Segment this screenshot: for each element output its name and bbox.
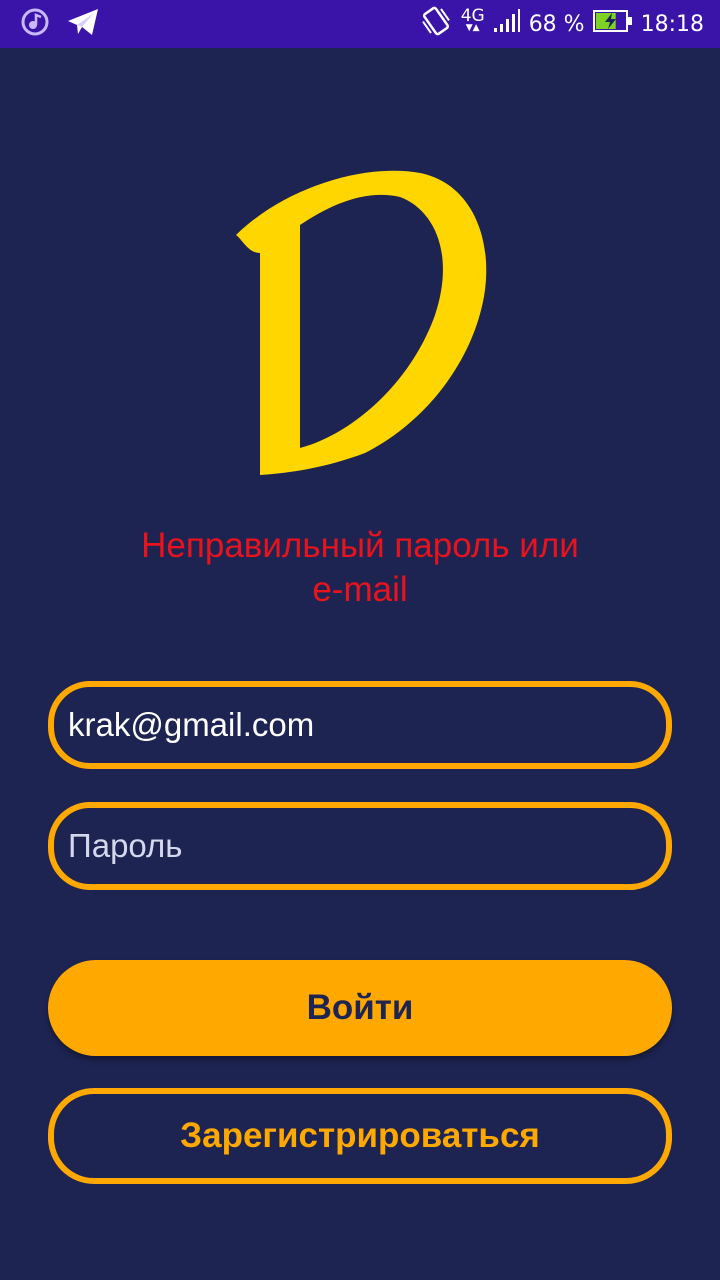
network-type-label: 4G ▼▲ [461, 8, 485, 33]
status-bar-left [20, 8, 100, 40]
status-bar-right: 4G ▼▲ 68 % 18:18 [419, 5, 704, 43]
status-bar: 4G ▼▲ 68 % 18:18 [0, 0, 720, 48]
vibrate-icon [419, 5, 453, 43]
password-field-container [48, 802, 672, 890]
clock: 18:18 [640, 11, 704, 37]
music-icon [20, 7, 50, 42]
app-logo [230, 165, 492, 480]
login-button[interactable]: Войти [48, 960, 672, 1056]
error-message-line-2: e-mail [312, 570, 408, 609]
register-button[interactable]: Зарегистрироваться [48, 1088, 672, 1184]
error-message: Неправильный пароль или e-mail [60, 524, 660, 612]
battery-charging-icon [592, 9, 633, 39]
telegram-icon [66, 7, 100, 42]
email-field-container [48, 681, 672, 769]
email-field[interactable] [68, 687, 648, 763]
battery-percent: 68 % [528, 11, 585, 37]
signal-icon [493, 8, 521, 40]
password-field[interactable] [68, 808, 648, 884]
error-message-line-1: Неправильный пароль или [141, 526, 579, 565]
logo-d-shape [236, 170, 487, 475]
